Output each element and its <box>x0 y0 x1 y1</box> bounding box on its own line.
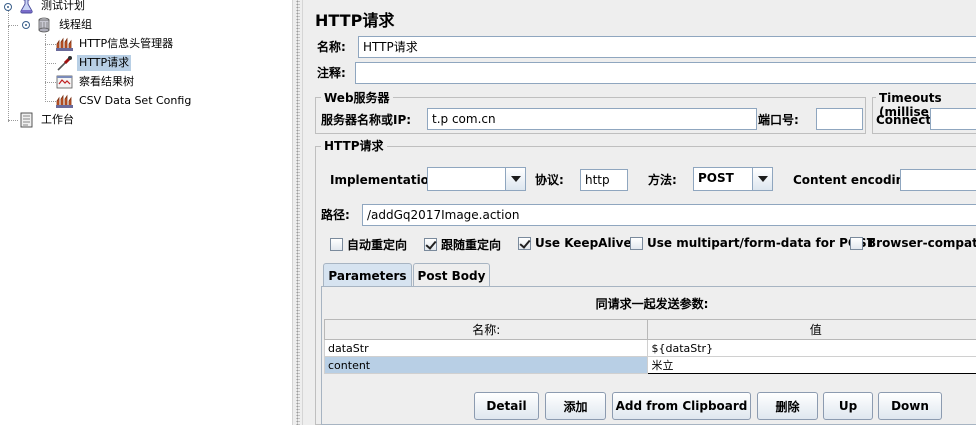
add-button[interactable]: 添加 <box>545 392 606 420</box>
checkbox-box[interactable] <box>630 236 643 250</box>
multipart-checkbox[interactable]: Use multipart/form-data for POST <box>630 236 875 250</box>
comment-input[interactable] <box>355 62 976 84</box>
config-element-icon <box>56 93 73 109</box>
pane-splitter[interactable] <box>292 0 303 425</box>
checkbox-label: Use KeepAlive <box>535 236 632 250</box>
checkbox-box[interactable] <box>424 238 437 251</box>
column-header-name[interactable]: 名称: <box>323 319 649 340</box>
tree-node-http-request[interactable]: HTTP请求 <box>56 54 132 72</box>
tree-node-test-plan[interactable]: 测试计划 <box>18 0 87 15</box>
method-value: POST <box>698 171 734 185</box>
tree-label: CSV Data Set Config <box>79 94 192 107</box>
pipette-icon <box>56 55 73 71</box>
content-encoding-input[interactable] <box>900 169 976 191</box>
chevron-down-icon[interactable] <box>505 168 525 190</box>
port-input[interactable] <box>816 108 863 130</box>
port-label: 端口号: <box>758 113 799 127</box>
connect-timeout-input[interactable] <box>930 108 976 130</box>
name-input[interactable]: HTTP请求 <box>358 36 976 58</box>
delete-button[interactable]: 删除 <box>757 392 818 420</box>
tree-label: 线程组 <box>59 18 92 31</box>
tree-node-thread-group[interactable]: 线程组 <box>36 16 94 34</box>
auto-redirect-checkbox[interactable]: 自动重定向 <box>330 236 407 253</box>
implementation-label: Implementation: <box>330 173 443 187</box>
checkbox-box[interactable] <box>330 238 343 251</box>
column-header-value[interactable]: 值 <box>647 319 976 340</box>
follow-redirect-checkbox[interactable]: 跟随重定向 <box>424 236 501 253</box>
checkbox-label: Browser-compatibl <box>867 236 976 250</box>
tree-label: 测试计划 <box>41 0 85 12</box>
detail-button[interactable]: Detail <box>474 392 539 420</box>
path-label: 路径: <box>321 208 350 222</box>
param-name-cell[interactable]: dataStr <box>323 339 649 357</box>
connect-label: Connect: <box>876 113 936 127</box>
flask-icon <box>18 0 35 14</box>
params-table[interactable]: 名称: 值 dataStr ${dataStr} content 米立 <box>323 319 976 374</box>
checkbox-box[interactable] <box>850 236 863 250</box>
down-button[interactable]: Down <box>878 392 942 420</box>
checkbox-label: Use multipart/form-data for POST <box>647 236 875 250</box>
tree-node-header-manager[interactable]: HTTP信息头管理器 <box>56 35 175 53</box>
http-request-panel: HTTP请求 名称: HTTP请求 注释: Web服务器 服务器名称或IP: t… <box>303 0 976 425</box>
splitter-grip <box>296 0 300 425</box>
param-value-cell[interactable]: ${dataStr} <box>647 339 976 357</box>
tree-node-csv-config[interactable]: CSV Data Set Config <box>56 92 193 110</box>
table-row[interactable]: dataStr ${dataStr} <box>323 339 976 357</box>
param-value-cell-editor[interactable]: 米立 <box>647 356 976 374</box>
method-select[interactable]: POST <box>693 167 773 191</box>
thread-group-icon <box>36 17 53 33</box>
keepalive-checkbox[interactable]: Use KeepAlive <box>518 236 632 250</box>
add-from-clipboard-button[interactable]: Add from Clipboard <box>612 392 751 420</box>
tab-parameters[interactable]: Parameters <box>323 263 412 287</box>
panel-title: HTTP请求 <box>315 11 395 30</box>
test-plan-tree[interactable]: 测试计划 线程组 HTTP信息头管理器 HTTP请求 察看结果树 CSV Dat… <box>0 0 292 425</box>
protocol-label: 协议: <box>535 173 564 187</box>
checkbox-box[interactable] <box>518 236 531 250</box>
results-tree-icon <box>56 74 73 90</box>
content-encoding-label: Content encoding: <box>793 173 918 187</box>
checkbox-label: 自动重定向 <box>347 238 408 252</box>
tree-expand-toggle[interactable] <box>22 21 30 29</box>
param-name-cell[interactable]: content <box>323 356 649 374</box>
tree-label: 工作台 <box>41 113 74 126</box>
name-label: 名称: <box>317 40 346 54</box>
browser-compatible-checkbox[interactable]: Browser-compatibl <box>850 236 976 250</box>
server-name-input[interactable]: t.p com.cn <box>427 108 757 130</box>
workbench-icon <box>18 112 35 128</box>
table-row[interactable]: content 米立 <box>323 356 976 374</box>
tree-label: HTTP请求 <box>77 55 132 71</box>
checkbox-label: 跟随重定向 <box>441 238 502 252</box>
chevron-down-icon[interactable] <box>752 168 772 190</box>
server-name-label: 服务器名称或IP: <box>321 113 412 127</box>
params-caption: 同请求一起发送参数: <box>595 297 709 311</box>
tab-post-body[interactable]: Post Body <box>413 263 490 287</box>
tree-label: 察看结果树 <box>79 75 134 88</box>
up-button[interactable]: Up <box>823 392 873 420</box>
table-header-row: 名称: 值 <box>323 319 976 340</box>
method-label: 方法: <box>648 173 677 187</box>
implementation-select[interactable] <box>427 167 526 191</box>
http-request-legend: HTTP请求 <box>321 139 387 153</box>
tree-node-workbench[interactable]: 工作台 <box>18 111 76 129</box>
tree-expand-toggle[interactable] <box>4 3 12 11</box>
protocol-input[interactable]: http <box>580 169 628 191</box>
path-input[interactable]: /addGq2017Image.action <box>362 204 976 226</box>
web-server-legend: Web服务器 <box>321 91 393 105</box>
tree-label: HTTP信息头管理器 <box>79 37 174 50</box>
header-manager-icon <box>56 36 73 52</box>
comment-label: 注释: <box>317 66 346 80</box>
tree-node-results-tree[interactable]: 察看结果树 <box>56 73 136 91</box>
